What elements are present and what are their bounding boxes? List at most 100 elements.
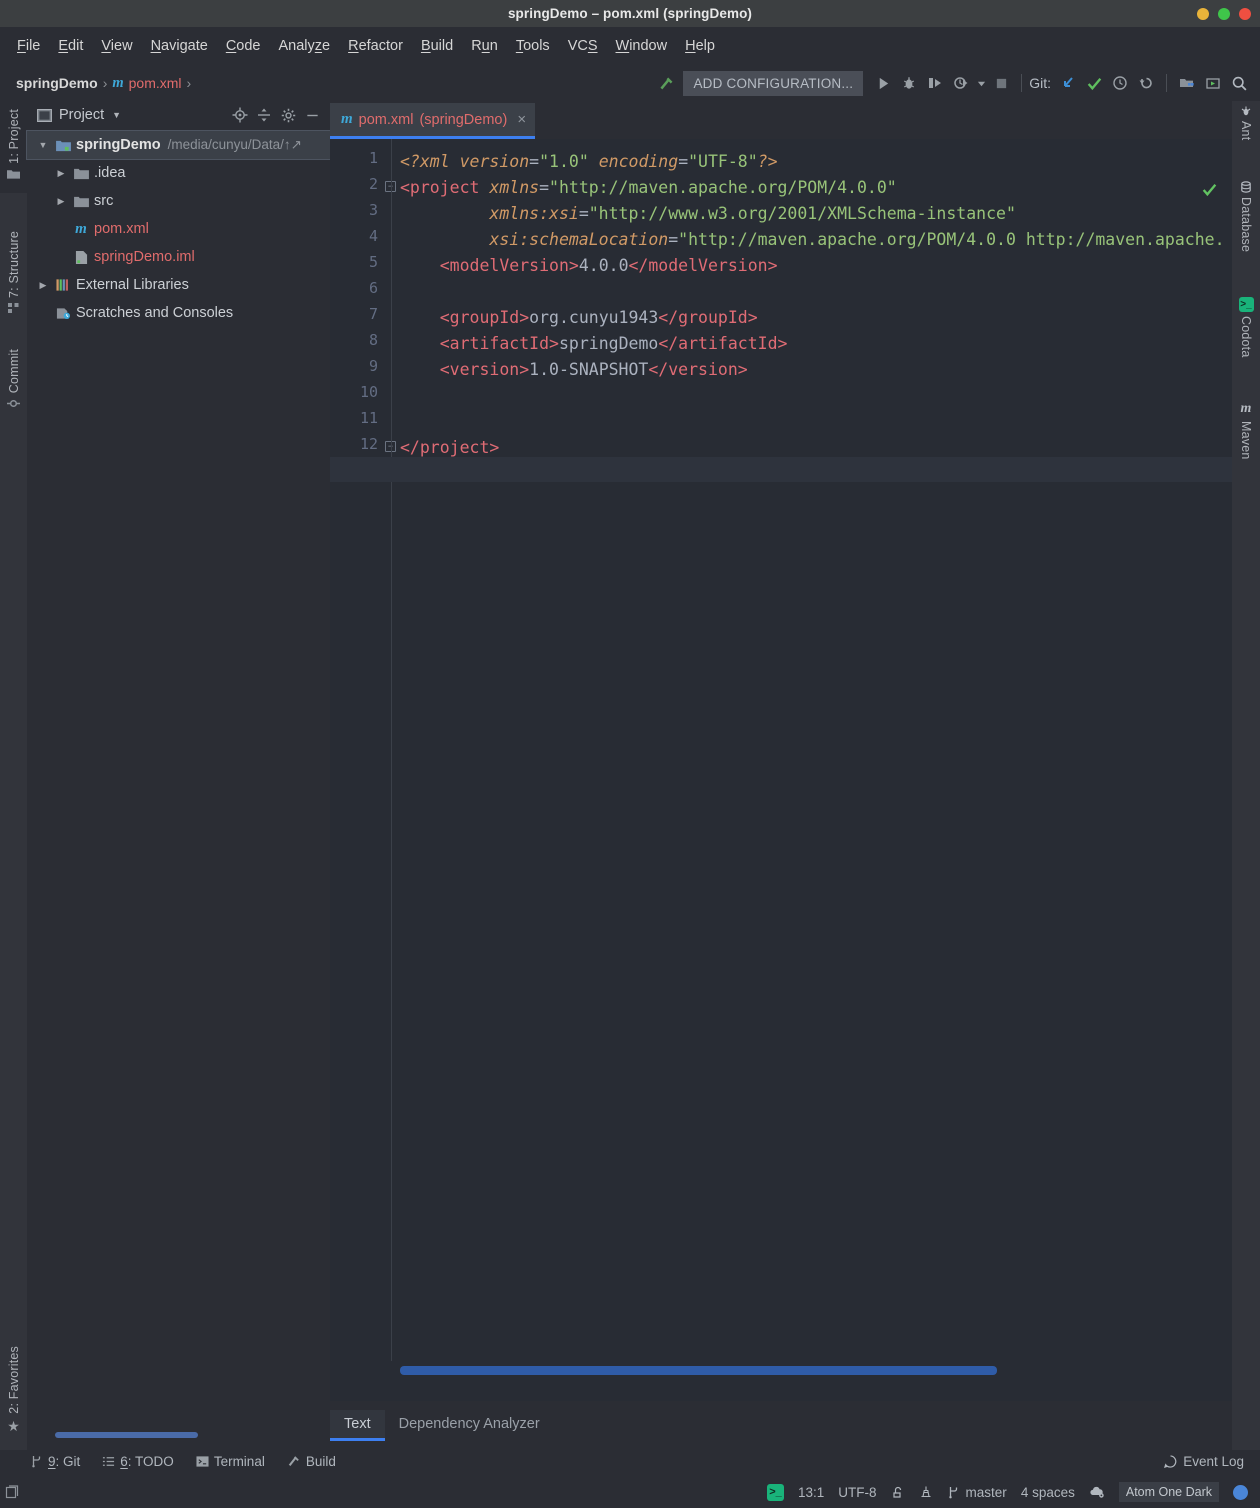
debug-icon[interactable] — [896, 70, 922, 96]
menu-item-view[interactable]: View — [92, 35, 141, 57]
menu-item-build[interactable]: Build — [412, 35, 462, 57]
tree-node-springdemo-iml[interactable]: springDemo.iml — [27, 243, 330, 271]
code-line[interactable]: <artifactId>springDemo</artifactId> — [400, 331, 787, 357]
breadcrumb-file[interactable]: pom.xml — [129, 75, 182, 91]
sidebar-item-ant[interactable]: Ant — [1232, 105, 1260, 167]
project-structure-icon[interactable] — [1174, 70, 1200, 96]
code-line[interactable]: xmlns:xsi="http://www.w3.org/2001/XMLSch… — [400, 201, 1016, 227]
chevron-right-icon[interactable]: ▶ — [51, 196, 71, 207]
sidebar-item-database[interactable]: Database — [1232, 181, 1260, 281]
git-update-icon[interactable] — [1055, 70, 1081, 96]
sidebar-item-ant-label: Ant — [1239, 121, 1253, 140]
code-editor[interactable]: 12−3456789101112−13 <?xml version="1.0" … — [330, 139, 1232, 1401]
run-with-coverage-icon[interactable] — [922, 70, 948, 96]
menu-item-refactor[interactable]: Refactor — [339, 35, 412, 57]
sidebar-item-project[interactable]: 1: Project — [0, 101, 27, 193]
code-line[interactable]: <?xml version="1.0" encoding="UTF-8"?> — [400, 149, 778, 175]
menu-item-edit[interactable]: Edit — [49, 35, 92, 57]
status-tool-6-todo[interactable]: 6: TODO — [102, 1454, 174, 1469]
git-rollback-icon[interactable] — [1133, 70, 1159, 96]
code-line[interactable]: <groupId>org.cunyu1943</groupId> — [400, 305, 758, 331]
menu-item-help[interactable]: Help — [676, 35, 724, 57]
settings-gear-icon[interactable] — [276, 104, 300, 126]
sidebar-item-favorites[interactable]: 2: Favorites ★ — [0, 1346, 27, 1448]
git-history-icon[interactable] — [1107, 70, 1133, 96]
profile-dropdown-icon[interactable] — [974, 70, 988, 96]
breadcrumb-project[interactable]: springDemo — [16, 75, 98, 91]
editor-bottom-tab-text[interactable]: Text — [330, 1410, 385, 1441]
editor-horizontal-scrollbar[interactable] — [400, 1366, 997, 1375]
add-configuration-button[interactable]: ADD CONFIGURATION... — [683, 71, 863, 96]
project-panel-horizontal-scrollbar[interactable] — [55, 1432, 198, 1438]
menu-item-window[interactable]: Window — [607, 35, 677, 57]
tree-node-external-libraries[interactable]: ▶External Libraries — [27, 271, 330, 299]
chevron-down-icon[interactable]: ▼ — [112, 110, 121, 120]
chevron-down-icon[interactable]: ▼ — [33, 140, 53, 150]
tree-node-idea[interactable]: ▶.idea — [27, 159, 330, 187]
code-line[interactable]: <project xmlns="http://maven.apache.org/… — [400, 175, 897, 201]
menu-item-tools[interactable]: Tools — [507, 35, 559, 57]
editor-tab-pom-xml[interactable]: m pom.xml (springDemo) × — [330, 103, 535, 139]
libraries-icon — [53, 278, 73, 292]
chevron-right-icon[interactable]: ▶ — [33, 280, 53, 291]
notification-indicator[interactable] — [1233, 1485, 1248, 1500]
chevron-right-icon[interactable]: ▶ — [51, 168, 71, 179]
menu-item-run[interactable]: Run — [462, 35, 507, 57]
code-line[interactable]: <version>1.0-SNAPSHOT</version> — [400, 357, 748, 383]
code-line[interactable]: <modelVersion>4.0.0</modelVersion> — [400, 253, 778, 279]
tree-node-scratches-and-consoles[interactable]: Scratches and Consoles — [27, 299, 330, 327]
editor-bottom-tab-dependency-analyzer[interactable]: Dependency Analyzer — [385, 1410, 554, 1438]
tree-node-src[interactable]: ▶src — [27, 187, 330, 215]
read-only-icon[interactable] — [919, 1485, 933, 1499]
build-hammer-icon[interactable] — [653, 70, 679, 96]
menu-item-file[interactable]: File — [8, 35, 49, 57]
run-icon[interactable] — [870, 70, 896, 96]
status-tool-9-git[interactable]: 9: Git — [30, 1454, 80, 1469]
sidebar-item-structure[interactable]: 7: Structure — [0, 231, 27, 331]
close-window-button[interactable] — [1239, 8, 1251, 20]
status-tool-build[interactable]: Build — [287, 1454, 336, 1469]
hide-panel-icon[interactable] — [300, 104, 324, 126]
line-number: 11 — [334, 409, 378, 427]
gutter-divider — [391, 139, 392, 1361]
line-number-gutter[interactable]: 12−3456789101112−13 — [330, 139, 392, 1401]
collapse-all-icon[interactable] — [252, 104, 276, 126]
sidebar-item-maven[interactable]: m Maven — [1232, 401, 1260, 481]
maximize-window-button[interactable] — [1218, 8, 1230, 20]
line-separator-icon[interactable] — [891, 1485, 905, 1499]
git-branch-indicator[interactable]: master — [947, 1485, 1007, 1500]
terminal-icon — [196, 1455, 209, 1468]
menu-item-code[interactable]: Code — [217, 35, 270, 57]
inspection-status-check-icon[interactable] — [1201, 181, 1218, 198]
tree-node-path: /media/cunyu/Data/↑↗ — [168, 137, 302, 153]
indent-indicator[interactable]: 4 spaces — [1021, 1485, 1075, 1500]
line-number: 4 — [334, 227, 378, 245]
menu-item-vcs[interactable]: VCS — [559, 35, 607, 57]
minimize-window-button[interactable] — [1197, 8, 1209, 20]
left-tool-window-bar: 1: Project 7: Structure Commit 2: Favori… — [0, 101, 27, 1450]
git-commit-icon[interactable] — [1081, 70, 1107, 96]
search-everywhere-icon[interactable] — [1226, 70, 1252, 96]
tree-node-pom-xml[interactable]: mpom.xml — [27, 215, 330, 243]
code-line[interactable]: xsi:schemaLocation="http://maven.apache.… — [400, 227, 1225, 253]
status-tool-terminal[interactable]: Terminal — [196, 1454, 265, 1469]
status-tool-label: Terminal — [214, 1454, 265, 1469]
close-icon[interactable]: × — [517, 111, 526, 128]
locate-icon[interactable] — [228, 104, 252, 126]
code-line[interactable]: </project> — [400, 435, 499, 461]
terminal-icon[interactable]: >_ — [767, 1484, 784, 1501]
select-in-icon[interactable] — [1200, 70, 1226, 96]
theme-indicator[interactable]: Atom One Dark — [1119, 1482, 1219, 1502]
git-branch-icon — [30, 1454, 43, 1468]
menu-item-navigate[interactable]: Navigate — [142, 35, 217, 57]
menu-item-analyze[interactable]: Analyze — [270, 35, 340, 57]
event-log-button[interactable]: Event Log — [1164, 1446, 1244, 1476]
cloud-settings-icon[interactable] — [1089, 1485, 1105, 1499]
profile-icon[interactable] — [948, 70, 974, 96]
caret-position[interactable]: 13:1 — [798, 1485, 824, 1500]
tree-node-springdemo[interactable]: ▼springDemo/media/cunyu/Data/↑↗ — [27, 131, 330, 159]
stop-icon[interactable] — [988, 70, 1014, 96]
sidebar-item-commit[interactable]: Commit — [0, 349, 27, 431]
encoding-indicator[interactable]: UTF-8 — [838, 1485, 876, 1500]
sidebar-item-codota[interactable]: >_ Codota — [1232, 297, 1260, 385]
